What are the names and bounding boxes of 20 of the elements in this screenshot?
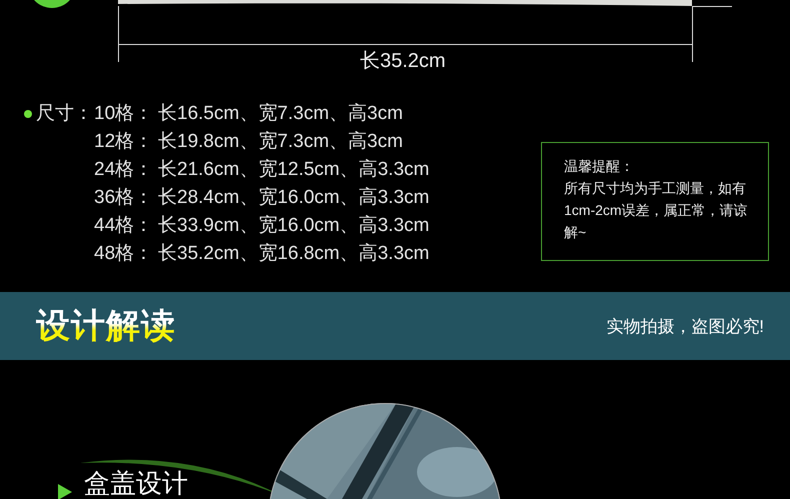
spec-label: 尺寸： [36,102,94,126]
spec-count: 10格： [94,102,154,126]
photo-notice: 实物拍摄，盗图必究! [606,316,764,338]
notice-title: 温馨提醒： [564,157,635,176]
spec-size: 长21.6cm、宽12.5cm、高3.3cm [158,158,430,182]
spec-count: 12格： [94,130,154,154]
dimension-label: 长35.2cm [360,49,446,74]
spec-size: 长16.5cm、宽7.3cm、高3cm [158,102,404,126]
spec-count: 24格： [94,158,154,182]
feature-heading: 盒盖设计 [84,469,188,497]
arrow-icon [58,484,72,499]
spec-size: 长19.8cm、宽7.3cm、高3cm [158,130,404,154]
notice-text: 所有尺寸均为手工测量，如有1cm-2cm误差，属正常，请谅解~ [564,179,749,242]
spec-size: 长28.4cm、宽16.0cm、高3.3cm [158,186,430,210]
spec-count: 44格： [94,214,154,238]
spec-count: 48格： [94,242,154,266]
spec-size: 长35.2cm、宽16.8cm、高3.3cm [158,242,430,266]
spec-count: 36格： [94,186,154,210]
spec-size: 长33.9cm、宽16.0cm、高3.3cm [158,214,430,238]
bullet-icon [24,110,32,118]
